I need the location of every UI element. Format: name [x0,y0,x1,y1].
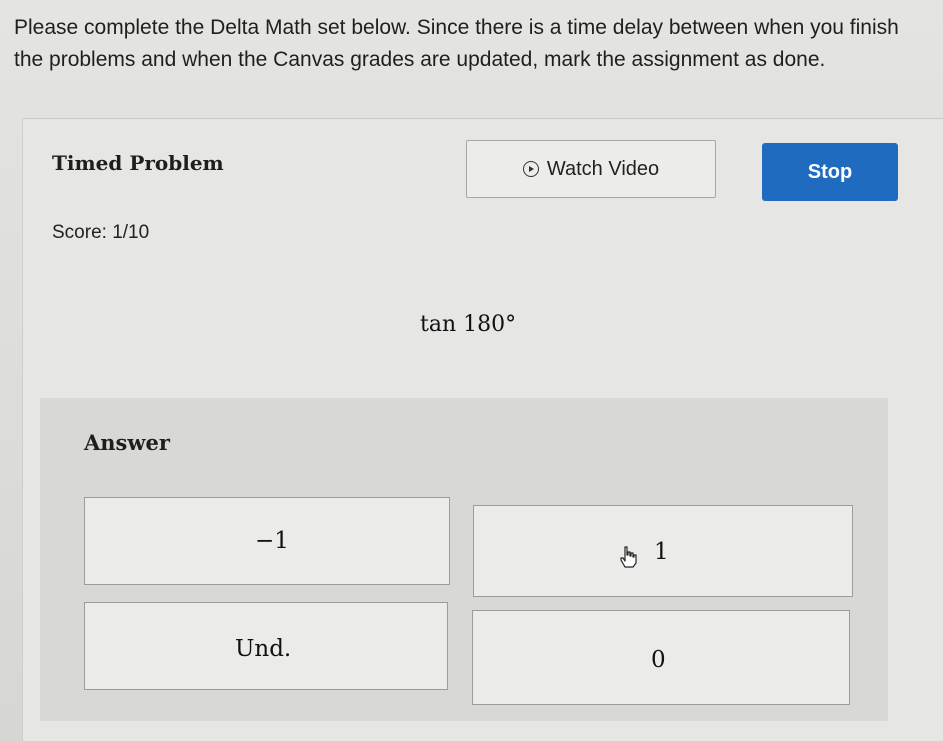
instructions-line-2: the problems and when the Canvas grades … [14,48,826,71]
answer-choice-label: −1 [255,528,289,554]
stop-button[interactable]: Stop [762,143,898,201]
answer-choice-label: 1 [654,539,669,565]
answer-choice-one[interactable]: 1 [473,505,853,597]
answer-choice-label: 0 [651,647,666,673]
page: Please complete the Delta Math set below… [0,0,943,741]
instructions-line-1: Please complete the Delta Math set below… [14,16,899,39]
answer-label: Answer [84,430,170,455]
watch-video-button[interactable]: Watch Video [466,140,716,198]
timed-problem-title: Timed Problem [52,151,224,175]
problem-expression: tan 180° [420,312,517,337]
answer-choice-negative-one[interactable]: −1 [84,497,450,585]
hand-pointer-icon [618,545,638,569]
score-display: Score: 1/10 [52,222,150,243]
answer-choice-zero[interactable]: 0 [472,610,850,705]
answer-choice-label: Und. [235,636,292,662]
play-circle-icon [522,161,539,177]
assignment-instructions: Please complete the Delta Math set below… [14,12,939,76]
answer-choice-undefined[interactable]: Und. [84,602,448,690]
watch-video-label: Watch Video [546,157,660,180]
